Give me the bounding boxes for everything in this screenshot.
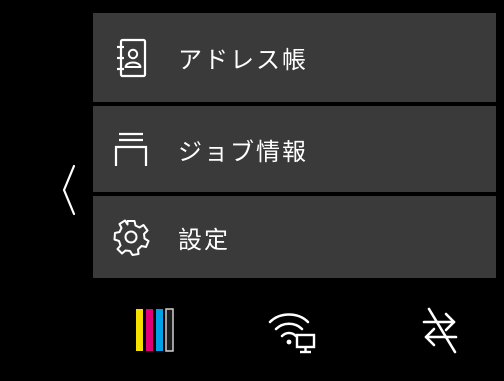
back-button[interactable] (54, 155, 84, 225)
gear-icon (111, 215, 151, 259)
address-book-icon (111, 36, 151, 80)
ink-levels-button[interactable] (128, 305, 184, 355)
chevron-left-icon (62, 164, 76, 216)
menu-item-label: 設定 (178, 225, 230, 254)
ink-levels-icon (136, 308, 174, 352)
menu-item-address-book[interactable]: アドレス帳 (93, 13, 496, 102)
menu-item-settings[interactable]: 設定 (93, 196, 496, 278)
printer-home-screen: アドレス帳 ジョブ情報 設定 (0, 0, 504, 381)
menu-item-job-info[interactable]: ジョブ情報 (93, 106, 496, 192)
wifi-network-icon (268, 313, 316, 354)
data-transfer-button[interactable] (412, 303, 468, 357)
network-status-button[interactable] (262, 305, 322, 357)
job-tray-icon (111, 127, 151, 171)
menu-item-label: ジョブ情報 (178, 137, 308, 166)
menu-item-label: アドレス帳 (178, 46, 308, 74)
data-transfer-disabled-icon (422, 307, 458, 354)
